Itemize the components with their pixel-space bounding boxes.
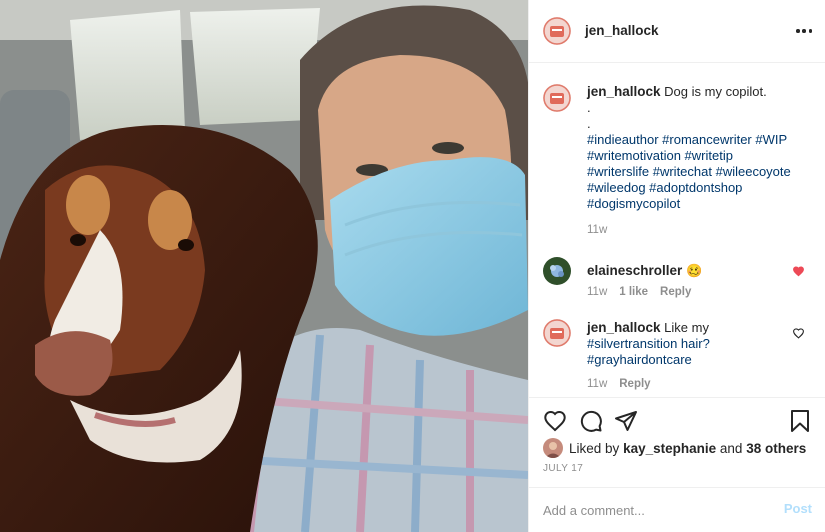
hashtag-line[interactable]: #wileedog #adoptdontshop bbox=[587, 180, 742, 195]
caption-username[interactable]: jen_hallock bbox=[587, 84, 661, 99]
commenter-avatar[interactable] bbox=[543, 319, 571, 347]
hashtag-line[interactable]: #dogismycopilot bbox=[587, 196, 680, 211]
hashtag-line[interactable]: #writemotivation #writetip bbox=[587, 148, 733, 163]
caption-dot: . bbox=[587, 100, 591, 115]
caption-dot: . bbox=[587, 116, 591, 131]
caption-body: Dog is my copilot. bbox=[664, 84, 767, 99]
comment-icon[interactable] bbox=[579, 409, 603, 433]
comment-emoji: 🥴 bbox=[685, 263, 703, 278]
post-actions: Liked by kay_stephanie and 38 others JUL… bbox=[529, 397, 825, 487]
post-header: jen_hallock bbox=[529, 0, 825, 63]
comment-likes[interactable]: 1 like bbox=[619, 286, 648, 298]
likes-summary: Liked by kay_stephanie and 38 others bbox=[543, 438, 806, 458]
caption-time[interactable]: 11w bbox=[587, 224, 607, 236]
caption-avatar-image bbox=[543, 84, 571, 112]
instagram-post: jen_hallock jen_hallock Dog is my copilo… bbox=[0, 0, 825, 532]
more-icon[interactable] bbox=[796, 24, 812, 38]
commenter-avatar[interactable] bbox=[543, 257, 571, 285]
comment-meta: 11w Reply bbox=[587, 378, 651, 390]
reply-button[interactable]: Reply bbox=[619, 378, 650, 390]
comment-heart-icon[interactable] bbox=[792, 265, 805, 277]
author-avatar[interactable] bbox=[543, 17, 571, 45]
comment-time[interactable]: 11w bbox=[587, 286, 607, 298]
post-photo[interactable] bbox=[0, 0, 528, 532]
comment-body: Like my bbox=[664, 320, 709, 335]
more-icon-dot bbox=[808, 29, 812, 33]
comment-time[interactable]: 11w bbox=[587, 378, 607, 390]
post-side-panel: jen_hallock jen_hallock Dog is my copilo… bbox=[528, 0, 825, 532]
comment-item: elaineschroller 🥴 11w 1 like Reply bbox=[543, 257, 813, 302]
comment-hashtag-line[interactable]: #silvertransition hair? bbox=[587, 336, 710, 351]
comment-hashtag-line[interactable]: #grayhairdontcare bbox=[587, 352, 692, 367]
bookmark-icon[interactable] bbox=[788, 409, 812, 433]
liker-username[interactable]: kay_stephanie bbox=[623, 441, 716, 456]
add-comment-bar: Post bbox=[529, 487, 825, 532]
comment-text: elaineschroller 🥴 bbox=[587, 263, 792, 279]
commenter-avatar-image bbox=[543, 319, 571, 347]
liker-avatar-image bbox=[543, 438, 563, 458]
comment-username[interactable]: jen_hallock bbox=[587, 320, 661, 335]
likes-prefix: Liked by bbox=[569, 440, 620, 456]
hashtag-line[interactable]: #writerslife #writechat #wileecoyote bbox=[587, 164, 791, 179]
post-comment-button[interactable]: Post bbox=[784, 501, 812, 516]
caption-avatar[interactable] bbox=[543, 84, 571, 112]
caption-meta: 11w bbox=[587, 224, 607, 236]
reply-button[interactable]: Reply bbox=[660, 286, 691, 298]
post-photo-image bbox=[0, 0, 528, 532]
caption-entry: jen_hallock Dog is my copilot. . . #indi… bbox=[543, 84, 813, 244]
header-username[interactable]: jen_hallock bbox=[585, 23, 659, 38]
comment-item: jen_hallock Like my #silvertransition ha… bbox=[543, 319, 813, 394]
caption-text: jen_hallock Dog is my copilot. . . #indi… bbox=[587, 84, 792, 212]
more-icon-dot bbox=[796, 29, 800, 33]
hashtag-line[interactable]: #indieauthor #romancewriter #WIP bbox=[587, 132, 787, 147]
more-icon-dot bbox=[802, 29, 806, 33]
comments-section[interactable]: jen_hallock Dog is my copilot. . . #indi… bbox=[529, 64, 825, 397]
comment-heart-icon[interactable] bbox=[792, 327, 805, 339]
comment-username[interactable]: elaineschroller bbox=[587, 263, 682, 278]
share-icon[interactable] bbox=[614, 409, 638, 433]
heart-icon[interactable] bbox=[543, 409, 567, 433]
comment-text: jen_hallock Like my #silvertransition ha… bbox=[587, 320, 792, 368]
likes-and: and bbox=[719, 440, 743, 456]
comment-meta: 11w 1 like Reply bbox=[587, 286, 691, 298]
liker-avatar[interactable] bbox=[543, 438, 563, 458]
commenter-avatar-image bbox=[543, 257, 571, 285]
post-date[interactable]: JULY 17 bbox=[543, 463, 583, 474]
likes-others[interactable]: 38 others bbox=[746, 441, 806, 456]
author-avatar-image bbox=[543, 17, 571, 45]
comment-input[interactable] bbox=[543, 496, 763, 524]
